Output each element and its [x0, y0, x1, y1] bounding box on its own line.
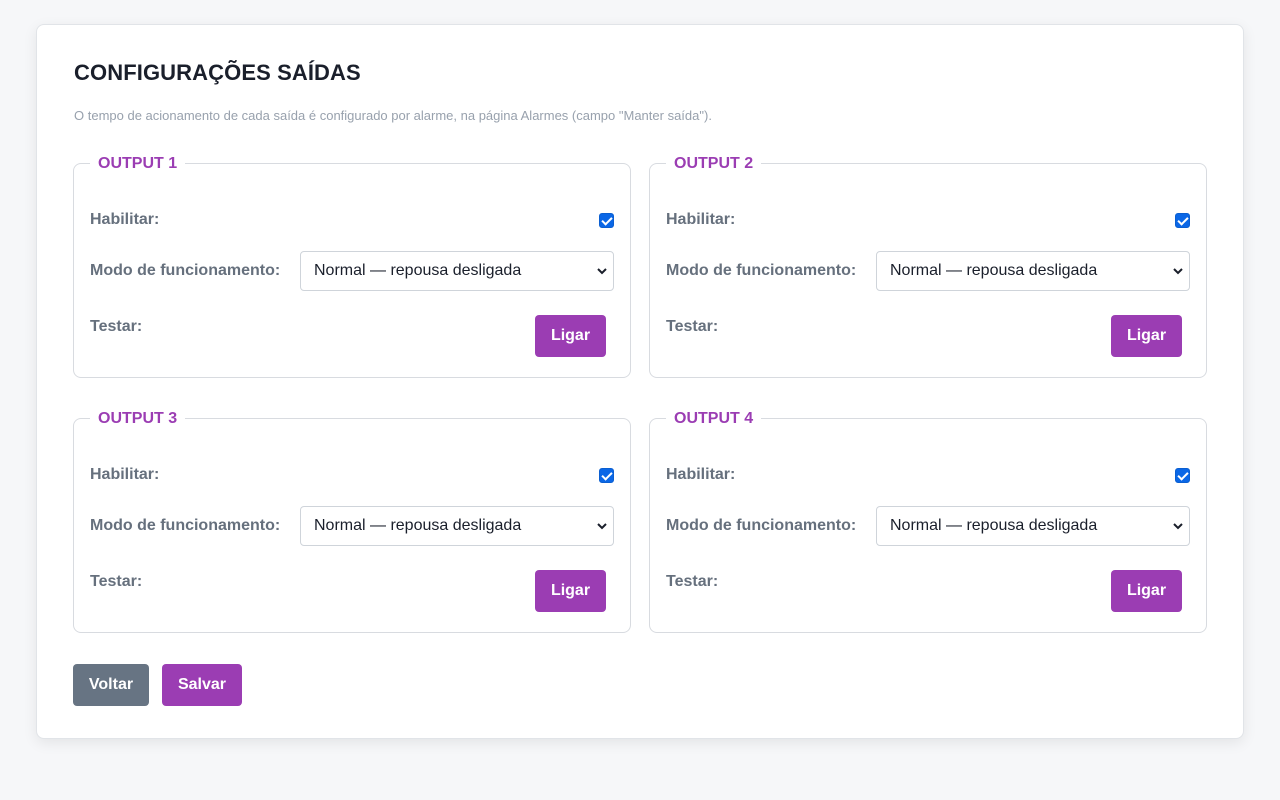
mode-label: Modo de funcionamento:: [90, 262, 281, 279]
mode-label: Modo de funcionamento:: [666, 262, 857, 279]
mode-select-value: Normal — repousa desligada: [314, 517, 522, 534]
enable-label: Habilitar:: [666, 466, 736, 483]
test-label: Testar:: [666, 573, 719, 590]
enable-label: Habilitar:: [90, 211, 160, 228]
output-panel-2: OUTPUT 2 Habilitar: Modo de funcionament…: [649, 154, 1207, 378]
enable-label: Habilitar:: [666, 211, 736, 228]
enable-checkbox[interactable]: [1175, 213, 1190, 228]
test-label: Testar:: [90, 573, 143, 590]
enable-label: Habilitar:: [90, 466, 160, 483]
output-panel-1: OUTPUT 1 Habilitar: Modo de funcionament…: [73, 154, 631, 378]
page-title: CONFIGURAÇÕES SAÍDAS: [74, 60, 361, 85]
test-label: Testar:: [90, 318, 143, 335]
mode-label: Modo de funcionamento:: [666, 517, 857, 534]
chevron-down-icon: [1173, 523, 1183, 530]
output-panel-3: OUTPUT 3 Habilitar: Modo de funcionament…: [73, 409, 631, 633]
test-on-button[interactable]: Ligar: [535, 570, 606, 612]
test-label: Testar:: [666, 318, 719, 335]
test-on-button[interactable]: Ligar: [535, 315, 606, 357]
chevron-down-icon: [597, 268, 607, 275]
back-button[interactable]: Voltar: [73, 664, 149, 706]
mode-select[interactable]: Normal — repousa desligada: [300, 506, 614, 546]
chevron-down-icon: [597, 523, 607, 530]
mode-label: Modo de funcionamento:: [90, 517, 281, 534]
test-on-button[interactable]: Ligar: [1111, 315, 1182, 357]
save-button[interactable]: Salvar: [162, 664, 242, 706]
enable-checkbox[interactable]: [599, 468, 614, 483]
mode-select-value: Normal — repousa desligada: [890, 517, 1098, 534]
enable-checkbox[interactable]: [599, 213, 614, 228]
enable-checkbox[interactable]: [1175, 468, 1190, 483]
mode-select[interactable]: Normal — repousa desligada: [300, 251, 614, 291]
output-legend: OUTPUT 3: [90, 409, 186, 429]
output-panel-4: OUTPUT 4 Habilitar: Modo de funcionament…: [649, 409, 1207, 633]
output-legend: OUTPUT 2: [666, 154, 762, 174]
test-on-button[interactable]: Ligar: [1111, 570, 1182, 612]
mode-select-value: Normal — repousa desligada: [314, 262, 522, 279]
output-legend: OUTPUT 4: [666, 409, 762, 429]
output-legend: OUTPUT 1: [90, 154, 186, 174]
chevron-down-icon: [1173, 268, 1183, 275]
settings-card: CONFIGURAÇÕES SAÍDAS O tempo de acioname…: [36, 24, 1244, 739]
mode-select[interactable]: Normal — repousa desligada: [876, 251, 1190, 291]
mode-select[interactable]: Normal — repousa desligada: [876, 506, 1190, 546]
mode-select-value: Normal — repousa desligada: [890, 262, 1098, 279]
page-note: O tempo de acionamento de cada saída é c…: [74, 108, 712, 123]
